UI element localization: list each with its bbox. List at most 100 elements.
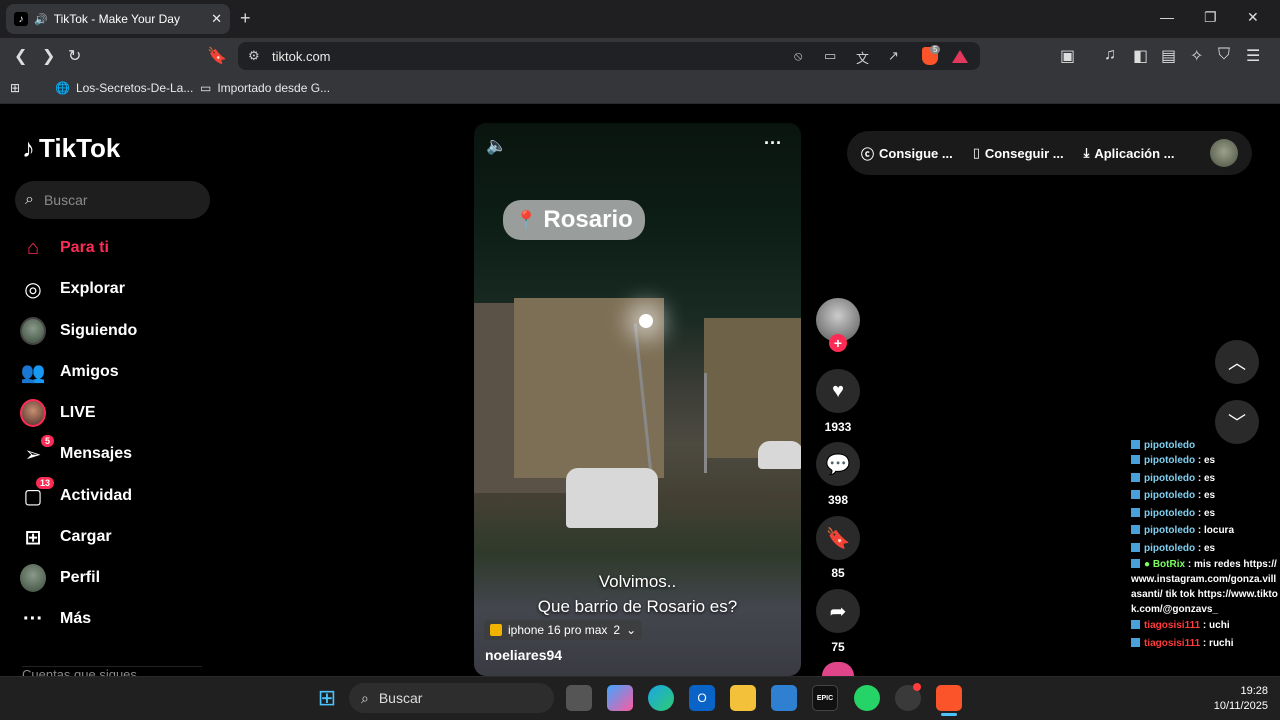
minimize-button[interactable]: — — [1160, 9, 1174, 25]
reader-mode-icon[interactable]: ▣ — [1060, 46, 1075, 66]
bookmark-item[interactable]: 🌐 Los-Secretos-De-La... — [55, 81, 193, 95]
taskbar-search[interactable]: ⌕ Buscar — [349, 683, 554, 713]
search-icon: ⌕ — [25, 191, 34, 208]
sidebar-item-label: Cargar — [60, 528, 112, 545]
back-icon[interactable]: ❮ — [14, 46, 27, 66]
sidebar-item-live[interactable]: LIVE — [20, 397, 220, 429]
file-explorer-icon[interactable] — [730, 685, 756, 711]
video-author[interactable]: noeliares94 — [485, 647, 562, 663]
restore-button[interactable]: ❐ — [1204, 9, 1217, 26]
chat-user-icon — [1131, 440, 1140, 449]
tab-audio-icon[interactable]: 🔊 — [34, 13, 48, 26]
sidebar-item-mas[interactable]: ··· Más — [20, 603, 220, 635]
sidebar-toggle-icon[interactable]: ◧ — [1133, 46, 1148, 66]
chat-line: pipotoledo : es — [1131, 470, 1280, 488]
window-close-button[interactable]: ✕ — [1247, 9, 1259, 26]
whatsapp-icon[interactable] — [854, 685, 880, 711]
get-app-button[interactable]: ▯ Conseguir ... — [973, 145, 1064, 161]
bookmark-icon[interactable]: 🔖 — [207, 46, 227, 66]
brave-rewards-icon[interactable] — [952, 50, 968, 63]
previous-video-button[interactable]: ︿ — [1215, 340, 1259, 384]
send-icon: ➢ 5 — [20, 435, 54, 467]
location-name: Rosario — [543, 206, 633, 233]
chat-message: es — [1204, 490, 1216, 501]
user-avatar[interactable] — [1210, 139, 1238, 167]
task-view-icon[interactable] — [566, 685, 592, 711]
brave-taskbar-icon[interactable] — [936, 685, 962, 711]
like-button[interactable]: ♥ — [816, 369, 860, 413]
outlook-icon[interactable]: O — [689, 685, 715, 711]
following-accounts-heading: Cuentas que sigues — [22, 666, 202, 676]
share-icon[interactable]: ↗ — [888, 48, 899, 64]
friends-icon: 👥 — [20, 361, 46, 384]
chat-user: pipotoledo — [1144, 455, 1196, 466]
video-car-far — [758, 441, 801, 469]
save-button[interactable]: 🔖 — [816, 516, 860, 560]
sidebar-item-siguiendo[interactable]: Siguiendo — [20, 315, 220, 347]
following-avatar-icon — [20, 317, 46, 345]
new-tab-button[interactable]: + — [240, 8, 251, 29]
save-count: 85 — [831, 566, 845, 580]
bookmark-folder[interactable]: ▭ Importado desde G... — [200, 81, 330, 95]
copilot-icon[interactable] — [607, 685, 633, 711]
tiktok-favicon-icon: ♪ — [14, 12, 28, 26]
get-coins-button[interactable]: ⓒ Consigue ... — [861, 144, 953, 163]
next-video-button[interactable]: ﹀ — [1215, 400, 1259, 444]
translate-icon[interactable]: 文 — [856, 48, 869, 67]
wallet-icon[interactable]: ▤ — [1161, 46, 1176, 66]
sidebar-item-label: Mensajes — [60, 445, 133, 462]
browser-tab-tiktok[interactable]: ♪ 🔊 TikTok - Make Your Day ✕ — [6, 4, 230, 34]
forward-icon[interactable]: ❯ — [42, 46, 55, 66]
volume-icon[interactable]: 🔈 — [486, 136, 507, 156]
location-chip[interactable]: 📍 Rosario — [503, 200, 645, 240]
comment-button[interactable]: 💬 — [816, 442, 860, 486]
sidebar-item-mensajes[interactable]: ➢ 5 Mensajes — [20, 435, 220, 470]
video-more-icon[interactable]: ··· — [764, 133, 782, 154]
site-info-icon[interactable]: ⚙ — [248, 48, 260, 64]
media-icon[interactable]: ♫ — [1104, 46, 1116, 64]
sidebar-item-para-ti[interactable]: ⌂ Para ti — [20, 232, 220, 264]
leo-ai-icon[interactable]: ✧ — [1190, 46, 1203, 66]
edge-icon[interactable] — [648, 685, 674, 711]
windows-start-icon[interactable]: ⊞ — [314, 685, 340, 711]
address-bar[interactable]: ⚙ tiktok.com ⦸ ▭ 文 ↗ 5 — [238, 42, 980, 70]
product-anchor[interactable]: iphone 16 pro max 2 ⌄ — [484, 620, 643, 640]
chat-message: es — [1204, 455, 1216, 466]
windows-taskbar — [0, 676, 1280, 720]
epic-games-icon[interactable]: EPIC — [812, 685, 838, 711]
download-app-button[interactable]: ⤓ Aplicación ... — [1084, 145, 1175, 161]
share-count: 75 — [831, 640, 845, 654]
chevron-down-icon: ﹀ — [1228, 413, 1246, 433]
music-disc-icon[interactable] — [822, 662, 854, 676]
video-utility-pole — [704, 373, 707, 473]
sidebar-item-amigos[interactable]: 👥 Amigos — [20, 356, 220, 388]
sidebar-item-perfil[interactable]: Perfil — [20, 562, 220, 594]
menu-icon[interactable]: ☰ — [1246, 46, 1260, 66]
chat-line: pipotoledo : es — [1131, 452, 1280, 470]
install-app-icon[interactable]: ▭ — [824, 48, 836, 64]
sidebar-item-actividad[interactable]: ▢ 13 Actividad — [20, 477, 220, 512]
tab-close-icon[interactable]: ✕ — [211, 11, 222, 27]
tiktok-logo[interactable]: ♪ TikTok — [22, 133, 120, 164]
store-icon[interactable] — [771, 685, 797, 711]
chat-user: tiagosisi111 — [1144, 620, 1201, 631]
taskbar-search-placeholder: Buscar — [378, 690, 423, 706]
product-anchor-count: 2 — [613, 623, 621, 637]
sidebar-item-label: LIVE — [60, 404, 96, 421]
product-anchor-label: iphone 16 pro max — [508, 623, 608, 637]
reload-icon[interactable]: ↻ — [68, 46, 81, 66]
follow-plus-icon[interactable]: + — [829, 334, 847, 352]
clock-date: 10/11/2025 — [1213, 700, 1268, 712]
system-clock[interactable]: 19:28 10/11/2025 — [1214, 684, 1268, 714]
chat-line: pipotoledo : es — [1131, 540, 1280, 558]
chat-user-icon — [1131, 620, 1140, 629]
share-button[interactable]: ➦ — [816, 589, 860, 633]
vpn-icon[interactable]: ⛉ — [1218, 46, 1230, 64]
video-player[interactable]: 🔈 ··· 📍 Rosario Volvimos.. Que barrio de… — [474, 123, 801, 676]
chat-line: tiagosisi111 : ruchi — [1131, 635, 1280, 653]
apps-grid-icon[interactable]: ⊞ — [10, 81, 20, 95]
sidebar-item-cargar[interactable]: ⊞ Cargar — [20, 521, 220, 553]
cast-off-icon[interactable]: ⦸ — [794, 48, 802, 64]
search-input[interactable]: ⌕ Buscar — [15, 181, 210, 219]
sidebar-item-explorar[interactable]: ◎ Explorar — [20, 273, 220, 305]
